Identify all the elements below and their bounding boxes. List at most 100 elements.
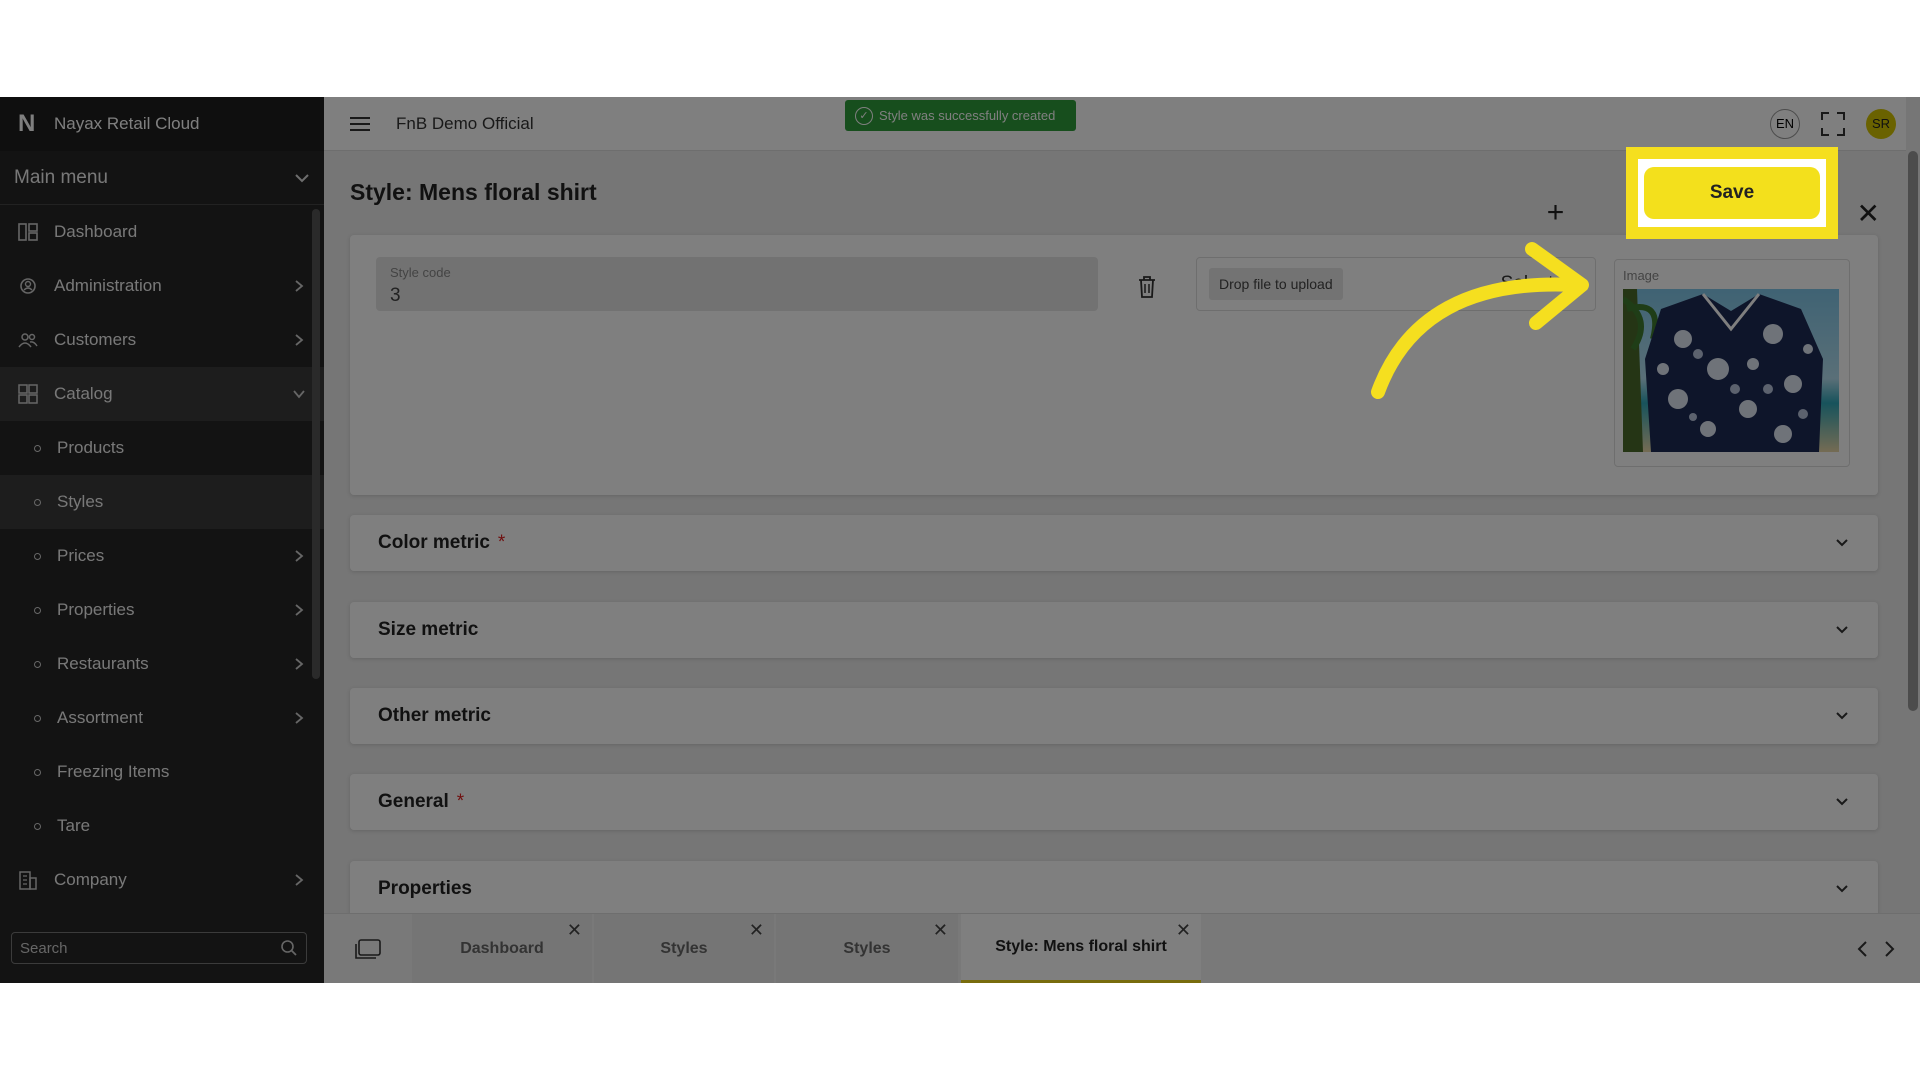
- hamburger-menu-icon[interactable]: [348, 115, 372, 133]
- bullet-icon: [34, 714, 41, 722]
- sidebar-scrollbar[interactable]: [312, 209, 320, 679]
- fullscreen-icon[interactable]: [1820, 111, 1846, 137]
- chevron-down-icon: [1836, 885, 1848, 893]
- tab-label: Styles: [660, 940, 708, 957]
- sidebar-item-label: Administration: [54, 276, 162, 295]
- bullet-icon: [34, 606, 41, 614]
- sidebar-item-company[interactable]: Company: [0, 853, 324, 907]
- chevron-left-icon[interactable]: [1856, 940, 1870, 958]
- gear-user-icon: [16, 274, 40, 298]
- style-code-field[interactable]: Style code 3: [376, 257, 1098, 311]
- screen: N Nayax Retail Cloud Main menu Dashboard…: [0, 0, 1920, 1080]
- section-general[interactable]: General *: [350, 774, 1878, 830]
- chevron-right-icon: [295, 658, 304, 670]
- scroll-thumb[interactable]: [1908, 151, 1918, 711]
- save-button[interactable]: Save: [1644, 167, 1820, 219]
- language-button[interactable]: EN: [1770, 108, 1800, 139]
- section-other-metric[interactable]: Other metric: [350, 688, 1878, 744]
- sidebar-subitem-prices[interactable]: Prices: [0, 529, 324, 583]
- sidebar-item-dashboard[interactable]: Dashboard: [0, 205, 324, 259]
- close-tab-icon[interactable]: ✕: [567, 920, 582, 941]
- close-tab-icon[interactable]: ✕: [1176, 920, 1191, 941]
- chevron-right-icon: [295, 280, 304, 292]
- bullet-icon: [34, 660, 41, 668]
- sidebar-item-label: Customers: [54, 330, 137, 349]
- image-label: Image: [1623, 268, 1660, 283]
- tab-styles-2[interactable]: Styles ✕: [776, 914, 958, 983]
- image-preview: Image: [1614, 259, 1850, 467]
- tab-label: Dashboard: [460, 940, 544, 957]
- chevron-right-icon: [295, 712, 304, 724]
- section-label: Other metric: [378, 705, 491, 726]
- sidebar-item-catalog[interactable]: Catalog: [0, 367, 324, 421]
- main-menu-toggle[interactable]: Main menu: [0, 151, 324, 205]
- sidebar-subitem-styles[interactable]: Styles: [0, 475, 324, 529]
- tab-style-mens-floral-shirt[interactable]: Style: Mens floral shirt ✕: [961, 914, 1201, 983]
- sidebar: N Nayax Retail Cloud Main menu Dashboard…: [0, 97, 324, 983]
- style-code-label: Style code: [390, 265, 451, 280]
- close-icon[interactable]: ✕: [1857, 197, 1880, 230]
- sidebar-item-label: Dashboard: [54, 222, 138, 241]
- section-label: Properties: [378, 878, 472, 899]
- toast-text: Style was successfully created: [879, 108, 1056, 123]
- windows-icon[interactable]: [354, 938, 382, 960]
- bullet-icon: [34, 822, 41, 830]
- tab-label: Styles: [843, 940, 891, 957]
- sidebar-item-label: Company: [54, 870, 127, 889]
- sidebar-subitem-restaurants[interactable]: Restaurants: [0, 637, 324, 691]
- sidebar-subitem-label: Prices: [57, 546, 105, 565]
- sidebar-search-input[interactable]: Search: [11, 932, 307, 964]
- tab-dashboard[interactable]: Dashboard ✕: [412, 914, 592, 983]
- sidebar-subitem-label: Freezing Items: [57, 762, 170, 781]
- grid-icon: [16, 382, 40, 406]
- section-label: Size metric: [378, 619, 479, 640]
- sidebar-subitem-tare[interactable]: Tare: [0, 799, 324, 853]
- brand: N Nayax Retail Cloud: [0, 97, 324, 151]
- section-properties[interactable]: Properties: [350, 861, 1878, 917]
- required-marker: *: [456, 791, 465, 812]
- sidebar-subitem-label: Properties: [57, 600, 135, 619]
- dashboard-icon: [16, 220, 40, 244]
- chevron-down-icon: [1836, 712, 1848, 720]
- sidebar-subitem-label: Restaurants: [57, 654, 149, 673]
- close-tab-icon[interactable]: ✕: [749, 920, 764, 941]
- add-icon[interactable]: +: [1541, 196, 1571, 230]
- search-icon: [281, 940, 297, 956]
- chevron-down-icon: [1836, 539, 1848, 547]
- chevron-down-icon: [1836, 626, 1848, 634]
- section-label: General: [378, 791, 449, 812]
- section-color-metric[interactable]: Color metric *: [350, 515, 1878, 571]
- tab-bar: Dashboard ✕ Styles ✕ Styles ✕ Style: Mens f…: [324, 913, 1920, 983]
- sidebar-item-customers[interactable]: Customers: [0, 313, 324, 367]
- chevron-down-icon: [295, 173, 309, 182]
- main-scrollbar[interactable]: [1906, 97, 1920, 983]
- avatar[interactable]: SR: [1866, 108, 1896, 139]
- style-code-value: 3: [390, 285, 401, 306]
- sidebar-subitem-label: Assortment: [57, 708, 143, 727]
- chevron-right-icon: [295, 550, 304, 562]
- chevron-down-icon: [1836, 798, 1848, 806]
- sidebar-subitem-label: Products: [57, 438, 125, 457]
- sidebar-subitem-products[interactable]: Products: [0, 421, 324, 475]
- users-icon: [16, 328, 40, 352]
- drop-file-label: Drop file to upload: [1209, 268, 1343, 300]
- trash-icon[interactable]: [1136, 275, 1158, 299]
- sidebar-subitem-freezing-items[interactable]: Freezing Items: [0, 745, 324, 799]
- bullet-icon: [34, 498, 41, 506]
- tab-styles[interactable]: Styles ✕: [594, 914, 774, 983]
- sidebar-subitem-properties[interactable]: Properties: [0, 583, 324, 637]
- section-size-metric[interactable]: Size metric: [350, 602, 1878, 658]
- sidebar-item-administration[interactable]: Administration: [0, 259, 324, 313]
- building-icon: [16, 868, 40, 892]
- search-placeholder: Search: [20, 939, 68, 957]
- close-tab-icon[interactable]: ✕: [933, 920, 948, 941]
- required-marker: *: [497, 532, 506, 553]
- chevron-right-icon: [295, 604, 304, 616]
- sidebar-subitem-assortment[interactable]: Assortment: [0, 691, 324, 745]
- company-name: FnB Demo Official: [396, 113, 534, 133]
- style-details-card: Style code 3 Drop file to upload Select …: [350, 235, 1878, 495]
- topbar: FnB Demo Official EN SR: [324, 97, 1920, 151]
- shirt-image: [1623, 289, 1839, 452]
- chevron-right-icon[interactable]: [1882, 940, 1896, 958]
- bullet-icon: [34, 444, 41, 452]
